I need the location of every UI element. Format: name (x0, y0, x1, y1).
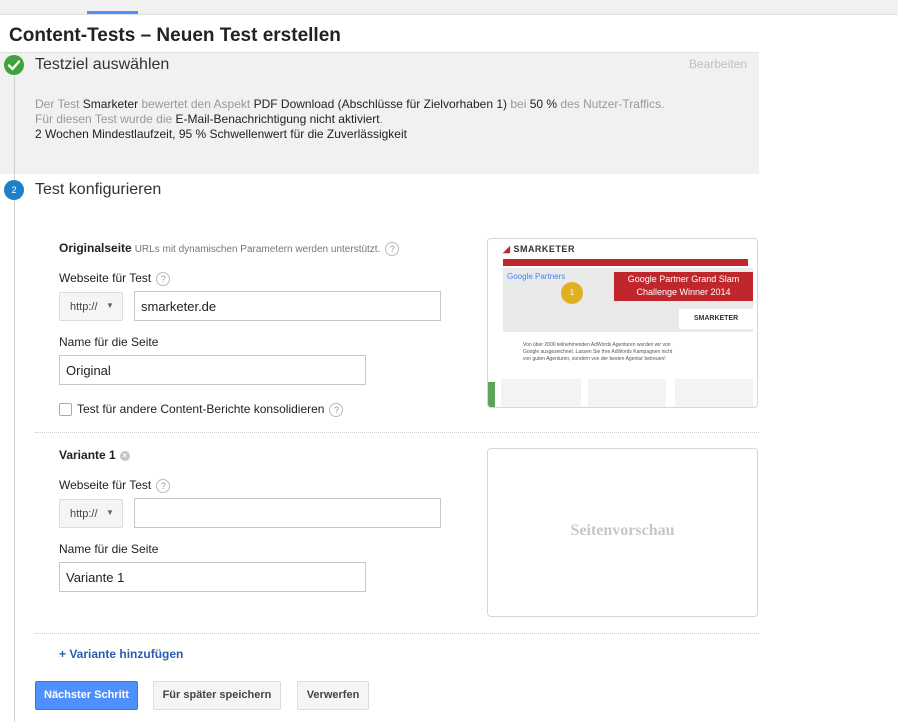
original-name-input[interactable] (59, 355, 366, 385)
test-goal-summary: Der Test Smarketer bewertet den Aspekt P… (35, 97, 664, 142)
preview-nav-bar (503, 259, 748, 266)
top-navigation-bar (0, 0, 898, 15)
caret-down-icon: ▼ (106, 301, 114, 310)
preview-logo: ◢ SMARKETER (503, 244, 575, 254)
step1-title: Testziel auswählen (35, 56, 170, 73)
preview-placeholder: Seitenvorschau (570, 522, 675, 539)
preview-secondary-logo: SMARKETER (679, 309, 753, 329)
step2-number-badge: 2 (4, 180, 24, 200)
edit-link[interactable]: Bearbeiten (689, 57, 747, 71)
variant1-name-input[interactable] (59, 562, 366, 592)
caret-down-icon: ▼ (106, 508, 114, 517)
active-tab-indicator (87, 11, 138, 14)
variant1-page-preview: Seitenvorschau (487, 448, 758, 617)
consolidate-checkbox[interactable] (59, 403, 72, 416)
preview-banner-ribbon: Google Partner Grand Slam Challenge Winn… (614, 272, 753, 301)
discard-button[interactable]: Verwerfen (297, 681, 369, 710)
step-connector-line (14, 76, 15, 722)
section-divider (35, 633, 759, 634)
save-later-button[interactable]: Für später speichern (153, 681, 281, 710)
preview-body-text: Von über 2000 teilnehmenden AdWords Agen… (523, 342, 673, 362)
add-variant-link[interactable]: + Variante hinzufügen (59, 647, 183, 661)
help-icon[interactable]: ? (156, 478, 171, 493)
next-step-button[interactable]: Nächster Schritt (35, 681, 138, 710)
check-icon (4, 55, 24, 75)
original-name-label: Name für die Seite (59, 335, 159, 349)
variant1-url-input[interactable] (134, 498, 441, 528)
preview-tile (588, 379, 666, 407)
original-page-heading: Originalseite URLs mit dynamischen Parame… (59, 241, 400, 256)
variant1-heading: Variante 1 × (59, 448, 130, 462)
help-icon[interactable]: ? (385, 241, 400, 256)
preview-tile (501, 379, 581, 407)
summary-line-3: 2 Wochen Mindestlaufzeit, 95 % Schwellen… (35, 127, 407, 141)
preview-tile (675, 379, 753, 407)
dynamic-url-note: URLs mit dynamischen Parametern werden u… (134, 244, 381, 255)
preview-side-tab (488, 382, 495, 407)
preview-partner-label: Google Partners (507, 272, 566, 281)
original-protocol-select[interactable]: http:// ▼ (59, 292, 123, 321)
page-title: Content-Tests – Neuen Test erstellen (9, 25, 341, 46)
variant1-protocol-select[interactable]: http:// ▼ (59, 499, 123, 528)
summary-line-2: Für diesen Test wurde die E-Mail-Benachr… (35, 112, 383, 126)
step2-title: Test konfigurieren (35, 181, 162, 198)
original-page-preview: ◢ SMARKETER Google Partners 1 Google Par… (487, 238, 758, 408)
help-icon[interactable]: ? (156, 271, 171, 286)
section-divider (35, 432, 759, 433)
consolidate-label: Test für andere Content-Berichte konsoli… (77, 402, 344, 417)
summary-line-1: Der Test Smarketer bewertet den Aspekt P… (35, 97, 665, 111)
variant1-url-label: Webseite für Test? (59, 478, 171, 493)
original-url-input[interactable] (134, 291, 441, 321)
help-icon[interactable]: ? (329, 402, 344, 417)
variant1-name-label: Name für die Seite (59, 542, 159, 556)
original-url-label: Webseite für Test? (59, 271, 171, 286)
trophy-icon: 1 (561, 282, 583, 304)
remove-icon[interactable]: × (119, 450, 130, 461)
